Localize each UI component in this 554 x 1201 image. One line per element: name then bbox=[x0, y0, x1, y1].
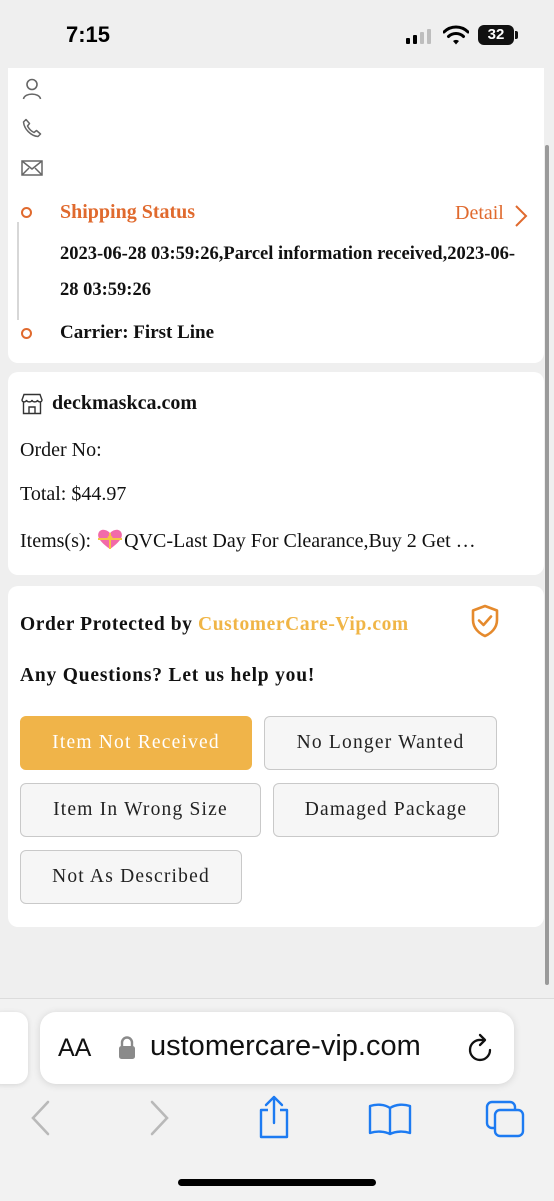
protection-brand: CustomerCare-Vip.com bbox=[198, 614, 409, 635]
carrier-info: Carrier: First Line bbox=[60, 322, 215, 343]
item-in-wrong-size-button[interactable]: Item In Wrong Size bbox=[20, 783, 261, 837]
tabs-icon[interactable] bbox=[484, 1099, 526, 1139]
forward-icon[interactable] bbox=[148, 1098, 172, 1138]
detail-label[interactable]: Detail bbox=[455, 202, 504, 225]
bookmarks-icon[interactable] bbox=[368, 1102, 412, 1136]
gift-heart-icon bbox=[98, 529, 123, 549]
items-label: Items(s): bbox=[20, 530, 92, 552]
url-text[interactable]: ustomercare-vip.com bbox=[150, 1030, 421, 1063]
items-value: QVC-Last Day For Clearance,Buy 2 Get … bbox=[124, 530, 476, 552]
home-indicator bbox=[178, 1179, 376, 1186]
status-time: 7:15 bbox=[66, 22, 111, 47]
store-icon bbox=[21, 393, 43, 415]
timeline-line bbox=[17, 222, 19, 320]
no-longer-wanted-button[interactable]: No Longer Wanted bbox=[264, 716, 497, 770]
scrollbar[interactable] bbox=[545, 145, 549, 985]
item-not-received-button[interactable]: Item Not Received bbox=[20, 716, 252, 770]
battery-icon: 32 bbox=[478, 25, 518, 45]
reload-icon[interactable] bbox=[466, 1032, 496, 1064]
store-name: deckmaskca.com bbox=[52, 392, 197, 414]
cellular-signal-icon bbox=[406, 28, 434, 44]
damaged-package-button[interactable]: Damaged Package bbox=[273, 783, 499, 837]
aa-label[interactable]: AA bbox=[58, 1034, 91, 1062]
timeline-dot-shipping bbox=[21, 207, 32, 218]
mail-icon bbox=[21, 160, 43, 176]
chevron-right-icon[interactable] bbox=[513, 204, 529, 228]
order-items: Items(s): QVC-Last Day For Clearance,Buy… bbox=[20, 527, 476, 553]
not-as-described-button[interactable]: Not As Described bbox=[20, 850, 242, 904]
order-total: Total: $44.97 bbox=[20, 483, 127, 505]
status-bar: 7:15 32 bbox=[0, 0, 554, 68]
help-question: Any Questions? Let us help you! bbox=[20, 665, 316, 686]
protected-prefix: Order Protected by bbox=[20, 614, 193, 635]
previous-tab-preview[interactable] bbox=[0, 1012, 28, 1084]
phone-icon bbox=[22, 118, 42, 138]
shield-check-icon bbox=[471, 604, 499, 638]
shipping-status-title: Shipping Status bbox=[60, 201, 196, 223]
order-number: Order No: bbox=[20, 439, 102, 461]
shipping-latest-event: 2023-06-28 03:59:26,Parcel information r… bbox=[60, 244, 516, 300]
back-icon[interactable] bbox=[28, 1098, 52, 1138]
reader-settings-button[interactable]: AA bbox=[58, 1034, 91, 1063]
timeline-dot-carrier bbox=[21, 328, 32, 339]
order-protected-line: Order Protected by CustomerCare-Vip.com bbox=[20, 614, 409, 636]
lock-icon bbox=[119, 1036, 135, 1059]
person-icon bbox=[22, 78, 42, 100]
wifi-icon bbox=[443, 25, 469, 45]
share-icon[interactable] bbox=[256, 1094, 292, 1140]
